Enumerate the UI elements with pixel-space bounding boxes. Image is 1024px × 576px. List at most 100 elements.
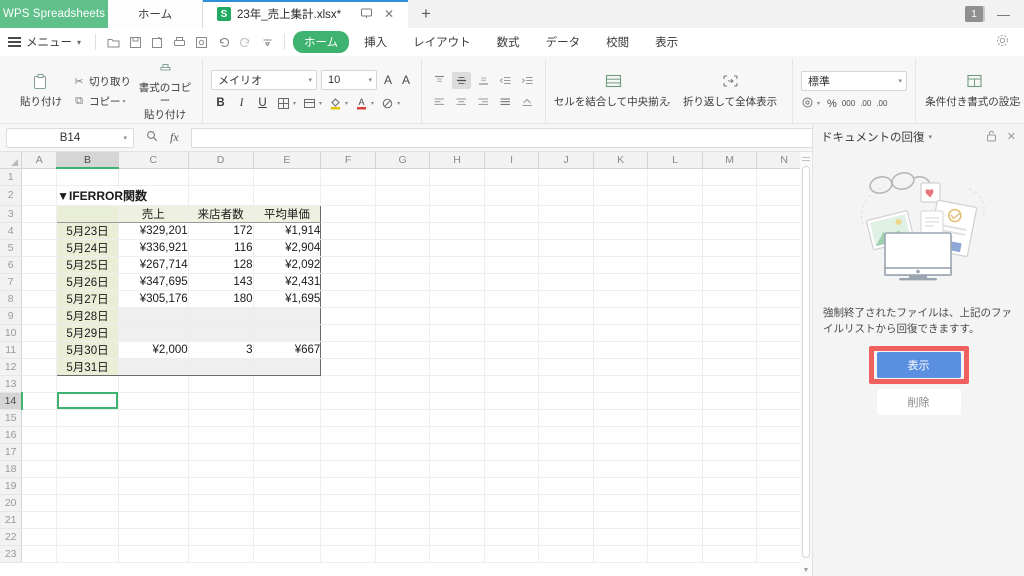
- cell-i5[interactable]: [484, 239, 540, 257]
- row-header[interactable]: 21: [0, 511, 23, 529]
- cell-g17[interactable]: [375, 443, 431, 461]
- cell-b3[interactable]: [56, 204, 119, 223]
- cell-k15[interactable]: [593, 409, 649, 427]
- cell-h7[interactable]: [429, 273, 485, 291]
- cell-m12[interactable]: [702, 358, 758, 376]
- cell-g9[interactable]: [375, 307, 431, 325]
- chevron-down-icon[interactable]: ▾: [929, 133, 933, 141]
- tab-home-ribbon[interactable]: ホーム: [293, 31, 350, 53]
- menu-button[interactable]: メニュー ▾: [8, 34, 89, 50]
- cell-h19[interactable]: [429, 477, 485, 495]
- row-header[interactable]: 10: [0, 324, 23, 342]
- cell-f7[interactable]: [320, 273, 376, 291]
- cell-l14[interactable]: [647, 392, 703, 410]
- cell-b21[interactable]: [56, 511, 119, 529]
- cell-e2[interactable]: [253, 185, 322, 206]
- chevron-down-icon[interactable]: ▾: [817, 100, 820, 107]
- cell-j4[interactable]: [538, 222, 594, 240]
- cell-g23[interactable]: [375, 545, 431, 563]
- cell-i1[interactable]: [484, 168, 540, 186]
- select-all-corner[interactable]: [0, 152, 23, 169]
- row-header-selected[interactable]: 14: [0, 392, 23, 410]
- new-tab-button[interactable]: +: [408, 0, 444, 28]
- cell-m20[interactable]: [702, 494, 758, 512]
- column-header-i[interactable]: I: [484, 152, 540, 169]
- cell-k8[interactable]: [593, 290, 649, 308]
- cell-b9[interactable]: 5月28日: [56, 307, 119, 325]
- cell-i17[interactable]: [484, 443, 540, 461]
- align-top-button[interactable]: [430, 72, 449, 89]
- cell-l18[interactable]: [647, 460, 703, 478]
- cell-f13[interactable]: [320, 375, 376, 393]
- cell-b6[interactable]: 5月25日: [56, 256, 119, 274]
- cell-g1[interactable]: [375, 168, 431, 186]
- increase-decimal-button[interactable]: .00: [860, 99, 871, 108]
- column-header-d[interactable]: D: [188, 152, 254, 169]
- cell-a14[interactable]: [21, 392, 58, 410]
- cell-g16[interactable]: [375, 426, 431, 444]
- cell-g12[interactable]: [375, 358, 431, 376]
- cell-f12[interactable]: [320, 358, 376, 376]
- spreadsheet-grid[interactable]: A B C D E F G H I J K L M N 1 2 ▼IFERROR…: [0, 152, 812, 576]
- cell-d17[interactable]: [188, 443, 254, 461]
- cell-e7[interactable]: ¥2,431: [253, 273, 322, 291]
- customize-toolbar-icon[interactable]: [256, 31, 278, 53]
- cell-g4[interactable]: [375, 222, 431, 240]
- cell-l6[interactable]: [647, 256, 703, 274]
- cell-k18[interactable]: [593, 460, 649, 478]
- cell-h18[interactable]: [429, 460, 485, 478]
- cell-b10[interactable]: 5月29日: [56, 324, 119, 342]
- cell-a15[interactable]: [21, 409, 58, 427]
- row-header[interactable]: 13: [0, 375, 23, 393]
- merge-center-button[interactable]: セルを結合して中央揃え▾: [552, 59, 674, 123]
- cell-l23[interactable]: [647, 545, 703, 563]
- cell-e20[interactable]: [253, 494, 322, 512]
- cell-g10[interactable]: [375, 324, 431, 342]
- close-icon[interactable]: ✕: [1007, 130, 1016, 145]
- cell-e22[interactable]: [253, 528, 322, 546]
- cell-l21[interactable]: [647, 511, 703, 529]
- column-header-b[interactable]: B: [56, 152, 119, 169]
- cell-m4[interactable]: [702, 222, 758, 240]
- cell-g6[interactable]: [375, 256, 431, 274]
- column-header-g[interactable]: G: [375, 152, 431, 169]
- cell-m10[interactable]: [702, 324, 758, 342]
- chevron-down-icon[interactable]: ▾: [319, 100, 322, 107]
- cell-b4[interactable]: 5月23日: [56, 222, 119, 240]
- column-header-c[interactable]: C: [118, 152, 189, 169]
- cell-f1[interactable]: [320, 168, 376, 186]
- show-button[interactable]: 表示: [876, 351, 961, 378]
- cell-f5[interactable]: [320, 239, 376, 257]
- cell-k16[interactable]: [593, 426, 649, 444]
- cell-f19[interactable]: [320, 477, 376, 495]
- cell-e10[interactable]: [253, 324, 322, 342]
- row-header[interactable]: 18: [0, 460, 23, 478]
- cell-i15[interactable]: [484, 409, 540, 427]
- present-icon[interactable]: [360, 8, 372, 21]
- cell-b7[interactable]: 5月26日: [56, 273, 119, 291]
- cell-a6[interactable]: [21, 256, 58, 274]
- cell-b20[interactable]: [56, 494, 119, 512]
- cell-c20[interactable]: [118, 494, 189, 512]
- cell-l9[interactable]: [647, 307, 703, 325]
- cell-j16[interactable]: [538, 426, 594, 444]
- cell-k20[interactable]: [593, 494, 649, 512]
- cell-i23[interactable]: [484, 545, 540, 563]
- row-header[interactable]: 8: [0, 290, 23, 308]
- save-as-icon[interactable]: [146, 31, 168, 53]
- cell-f10[interactable]: [320, 324, 376, 342]
- cell-j10[interactable]: [538, 324, 594, 342]
- cell-l8[interactable]: [647, 290, 703, 308]
- tab-view[interactable]: 表示: [644, 31, 689, 53]
- tab-home[interactable]: ホーム: [108, 0, 203, 28]
- cell-f22[interactable]: [320, 528, 376, 546]
- cell-j17[interactable]: [538, 443, 594, 461]
- cell-m15[interactable]: [702, 409, 758, 427]
- cell-i13[interactable]: [484, 375, 540, 393]
- cell-k2[interactable]: [593, 185, 649, 206]
- cell-h2[interactable]: [429, 185, 485, 206]
- cell-h16[interactable]: [429, 426, 485, 444]
- cell-c14[interactable]: [118, 392, 189, 410]
- cell-c1[interactable]: [118, 168, 189, 186]
- cell-e1[interactable]: [253, 168, 322, 186]
